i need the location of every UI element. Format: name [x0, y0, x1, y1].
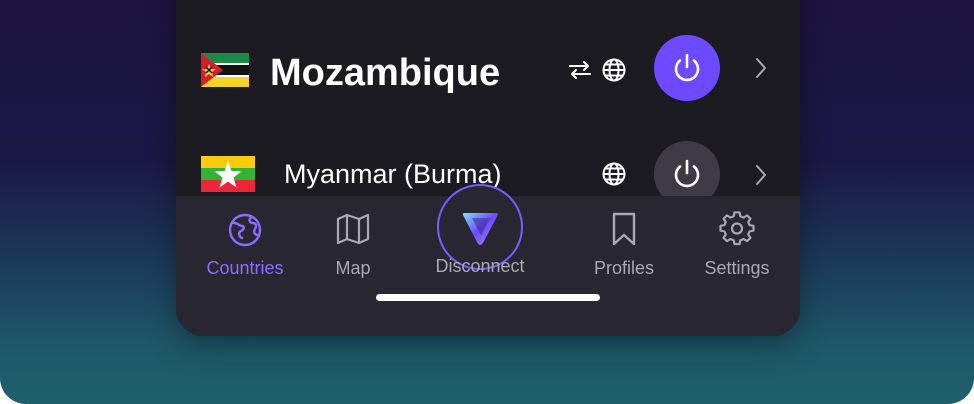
chevron-right-icon[interactable]	[754, 164, 768, 186]
globe-icon	[228, 213, 262, 247]
map-icon	[336, 213, 370, 245]
tab-map[interactable]: Map	[298, 196, 408, 296]
country-row-mozambique[interactable]: Mozambique	[176, 30, 800, 110]
tab-settings[interactable]: Settings	[682, 196, 792, 296]
tab-profiles[interactable]: Profiles	[569, 196, 679, 296]
tab-label: Disconnect	[435, 256, 525, 276]
country-name: Mozambique	[270, 52, 501, 94]
tab-label: Settings	[704, 258, 770, 278]
home-indicator[interactable]	[376, 294, 600, 301]
background: Mozambique Myanmar (Burma) Countries Map…	[0, 0, 974, 404]
chevron-right-icon[interactable]	[754, 57, 768, 79]
tab-disconnect[interactable]: Disconnect	[420, 184, 540, 296]
secure-core-icon[interactable]	[567, 57, 593, 83]
tab-label: Countries	[206, 258, 284, 278]
globe-icon[interactable]	[601, 57, 627, 83]
bookmark-icon	[612, 212, 636, 246]
proton-logo-icon	[462, 213, 498, 245]
power-icon	[674, 53, 700, 82]
mozambique-flag-icon	[201, 53, 249, 87]
app-window: Mozambique Myanmar (Burma) Countries Map…	[176, 0, 800, 336]
gear-icon	[719, 211, 755, 246]
tab-label: Profiles	[593, 258, 655, 278]
tab-countries[interactable]: Countries	[190, 196, 300, 296]
power-icon	[674, 159, 700, 188]
myanmar-flag-icon	[201, 156, 255, 192]
globe-icon[interactable]	[601, 161, 627, 187]
tab-label: Map	[335, 258, 371, 278]
connect-button[interactable]	[654, 35, 720, 101]
tab-bar: Countries Map Disconnect Profiles Settin…	[176, 184, 800, 336]
